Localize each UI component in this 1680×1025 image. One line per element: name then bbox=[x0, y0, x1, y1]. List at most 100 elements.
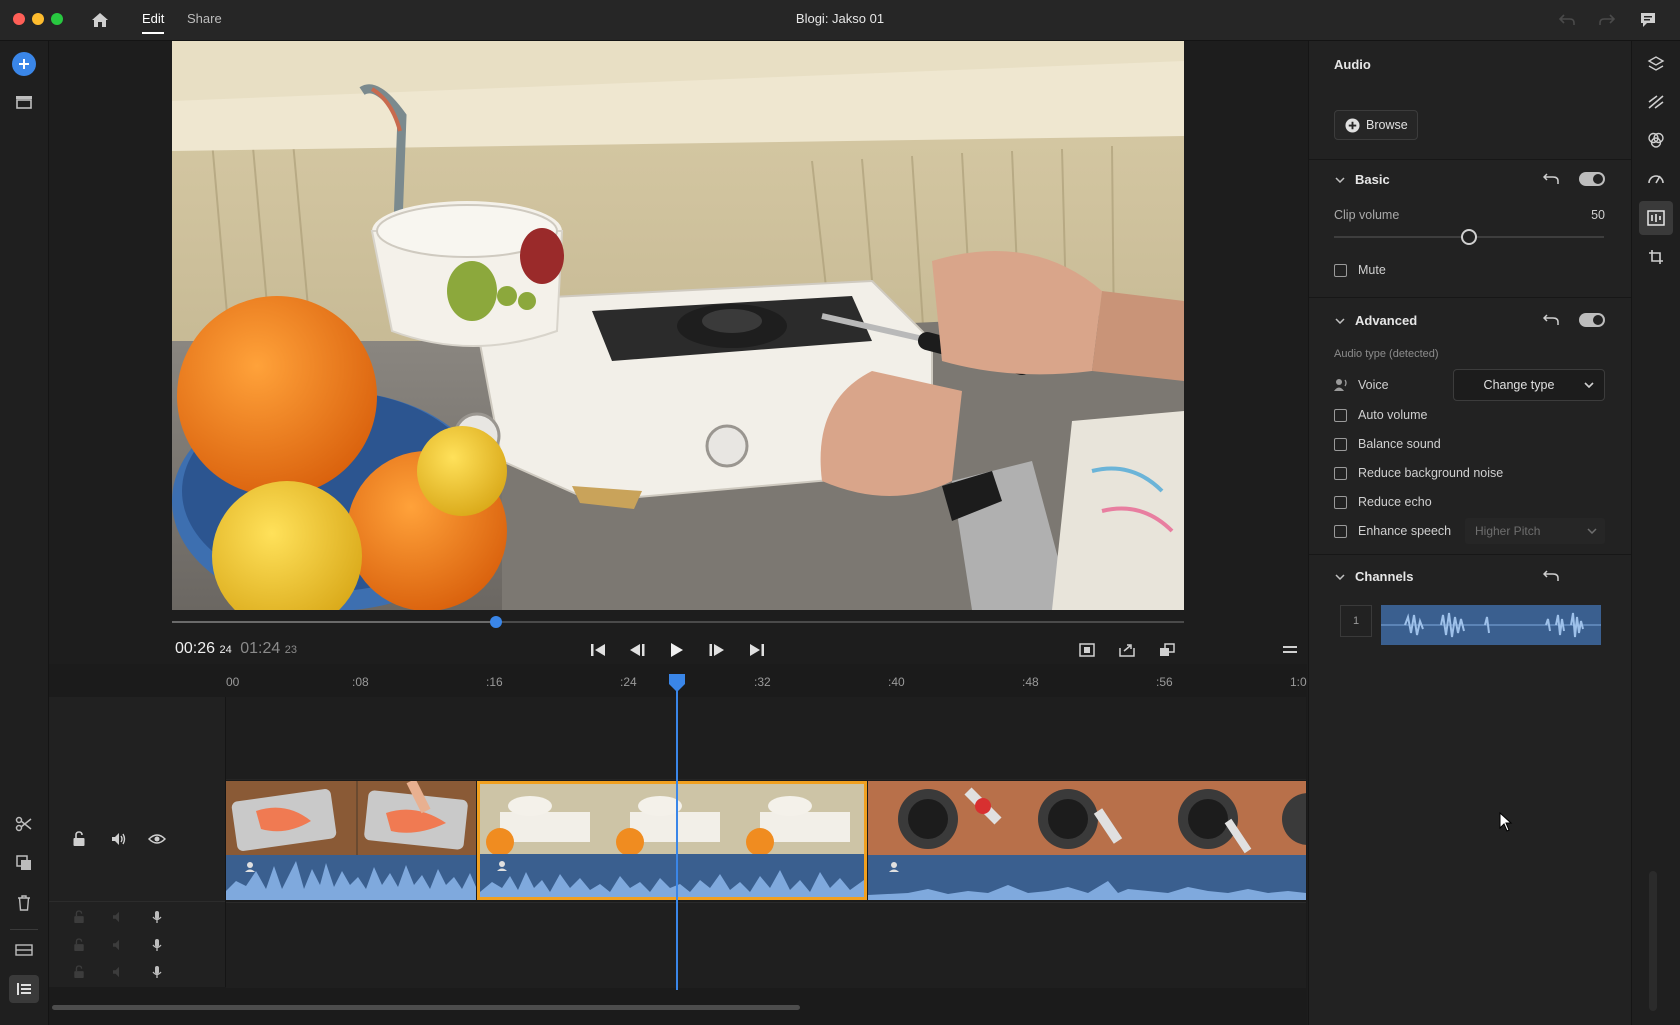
monitor-scrubber-handle[interactable] bbox=[489, 616, 502, 628]
channels-section-title[interactable]: Channels bbox=[1355, 569, 1414, 584]
current-time: 00:26 bbox=[175, 640, 216, 657]
ruler-label: :40 bbox=[888, 675, 905, 689]
tab-edit[interactable]: Edit bbox=[142, 11, 165, 34]
mute-label: Mute bbox=[1358, 263, 1386, 277]
reduce-background-noise-label: Reduce background noise bbox=[1358, 466, 1504, 480]
monitor-scrubber-track[interactable] bbox=[172, 616, 1184, 628]
export-frame-icon[interactable] bbox=[1117, 640, 1137, 660]
audio-panel-icon[interactable] bbox=[1639, 201, 1673, 235]
transitions-icon[interactable] bbox=[1645, 91, 1667, 113]
lock-audio-track-icon[interactable] bbox=[69, 936, 89, 954]
audio-track-volume-icon[interactable] bbox=[109, 963, 129, 981]
lock-track-icon[interactable] bbox=[69, 829, 89, 849]
add-media-button[interactable] bbox=[12, 52, 36, 76]
chevron-down-icon[interactable] bbox=[1334, 174, 1346, 186]
title-bar: Edit Share Blogi: Jakso 01 bbox=[0, 0, 1680, 41]
project-panel-icon[interactable] bbox=[13, 92, 35, 112]
timeline-horizontal-scrollbar[interactable] bbox=[52, 1005, 800, 1010]
monitor-menu-icon[interactable] bbox=[1280, 641, 1300, 659]
redo-icon[interactable] bbox=[1598, 11, 1616, 29]
crop-icon[interactable] bbox=[1645, 246, 1667, 268]
go-to-start-icon[interactable] bbox=[588, 640, 608, 660]
minimize-window-button[interactable] bbox=[32, 13, 44, 25]
channel-number[interactable]: 1 bbox=[1340, 605, 1372, 637]
playhead-handle[interactable] bbox=[669, 674, 686, 684]
duplicate-clip-icon[interactable] bbox=[13, 853, 35, 873]
track-height-icon[interactable] bbox=[13, 940, 35, 960]
comments-icon[interactable] bbox=[1637, 9, 1659, 31]
enhance-speech-dropdown[interactable]: Higher Pitch bbox=[1465, 518, 1605, 544]
balance-sound-checkbox[interactable] bbox=[1334, 438, 1347, 451]
reset-icon[interactable] bbox=[1542, 568, 1560, 584]
audio-track-volume-icon[interactable] bbox=[109, 936, 129, 954]
empty-video-track[interactable] bbox=[226, 697, 1306, 780]
reset-icon[interactable] bbox=[1542, 312, 1560, 328]
clip-volume-slider-handle[interactable] bbox=[1461, 229, 1477, 245]
rail-divider bbox=[10, 929, 38, 930]
basic-enable-toggle[interactable] bbox=[1579, 172, 1605, 186]
audio-type-label: Audio type (detected) bbox=[1334, 348, 1439, 360]
audio-track-volume-icon[interactable] bbox=[109, 908, 129, 926]
timeline-clip[interactable] bbox=[226, 781, 476, 900]
microphone-icon[interactable] bbox=[147, 908, 167, 926]
advanced-section-title[interactable]: Advanced bbox=[1355, 313, 1417, 328]
monitor-scrubber-fill bbox=[172, 621, 496, 623]
reduce-background-noise-checkbox[interactable] bbox=[1334, 467, 1347, 480]
zoom-window-button[interactable] bbox=[51, 13, 63, 25]
fullscreen-icon[interactable] bbox=[1157, 640, 1177, 660]
current-frames: 24 bbox=[219, 644, 232, 656]
go-to-end-icon[interactable] bbox=[747, 640, 767, 660]
lock-audio-track-icon[interactable] bbox=[69, 908, 89, 926]
empty-audio-tracks[interactable] bbox=[226, 902, 1306, 988]
right-toolbar bbox=[1631, 41, 1680, 1025]
close-window-button[interactable] bbox=[13, 13, 25, 25]
chevron-down-icon bbox=[1584, 382, 1604, 388]
ruler-label: 00 bbox=[226, 675, 240, 689]
tab-share[interactable]: Share bbox=[187, 11, 222, 26]
browse-button[interactable]: Browse bbox=[1334, 110, 1418, 140]
home-icon[interactable] bbox=[89, 10, 111, 30]
titles-icon[interactable] bbox=[1645, 53, 1667, 75]
timeline-playhead[interactable] bbox=[669, 674, 686, 990]
clip-volume-slider[interactable] bbox=[1334, 229, 1604, 245]
microphone-icon[interactable] bbox=[147, 936, 167, 954]
ruler-label: 1:0 bbox=[1290, 675, 1307, 689]
voice-icon bbox=[1333, 377, 1349, 393]
clip-volume-value[interactable]: 50 bbox=[1589, 208, 1605, 222]
mouse-cursor bbox=[1499, 812, 1513, 832]
microphone-icon[interactable] bbox=[147, 963, 167, 981]
enhance-speech-checkbox[interactable] bbox=[1334, 525, 1347, 538]
play-icon[interactable] bbox=[667, 640, 687, 660]
fit-view-icon[interactable] bbox=[1077, 640, 1097, 660]
reset-icon[interactable] bbox=[1542, 171, 1560, 187]
track-volume-icon[interactable] bbox=[109, 829, 129, 849]
undo-icon[interactable] bbox=[1558, 11, 1576, 29]
timeline-ruler[interactable]: 00 :08 :16 :24 :32 :40 :48 :56 1:0 bbox=[226, 672, 1307, 694]
panel-scrollbar[interactable] bbox=[1649, 871, 1657, 1011]
timeline-view-icon[interactable] bbox=[9, 975, 39, 1003]
change-type-dropdown[interactable]: Change type bbox=[1453, 369, 1605, 401]
basic-section-title[interactable]: Basic bbox=[1355, 172, 1390, 187]
track-headers bbox=[49, 697, 226, 987]
balance-sound-label: Balance sound bbox=[1358, 437, 1441, 451]
split-clip-icon[interactable] bbox=[13, 814, 35, 834]
delete-clip-icon[interactable] bbox=[13, 893, 35, 913]
speed-icon[interactable] bbox=[1645, 167, 1667, 189]
step-forward-icon[interactable] bbox=[707, 640, 727, 660]
step-back-icon[interactable] bbox=[627, 640, 647, 660]
ruler-label: :08 bbox=[352, 675, 369, 689]
auto-volume-checkbox[interactable] bbox=[1334, 409, 1347, 422]
color-icon[interactable] bbox=[1645, 129, 1667, 151]
mute-checkbox[interactable] bbox=[1334, 264, 1347, 277]
chevron-down-icon[interactable] bbox=[1334, 315, 1346, 327]
track-visibility-icon[interactable] bbox=[147, 829, 167, 849]
channel-waveform[interactable] bbox=[1381, 605, 1601, 645]
lock-audio-track-icon[interactable] bbox=[69, 963, 89, 981]
enhance-speech-option: Higher Pitch bbox=[1475, 524, 1541, 538]
advanced-enable-toggle[interactable] bbox=[1579, 313, 1605, 327]
track-divider bbox=[49, 901, 225, 902]
reduce-echo-checkbox[interactable] bbox=[1334, 496, 1347, 509]
timeline-clip[interactable] bbox=[868, 781, 1306, 900]
selected-timeline-clip[interactable] bbox=[477, 781, 867, 900]
chevron-down-icon[interactable] bbox=[1334, 571, 1346, 583]
